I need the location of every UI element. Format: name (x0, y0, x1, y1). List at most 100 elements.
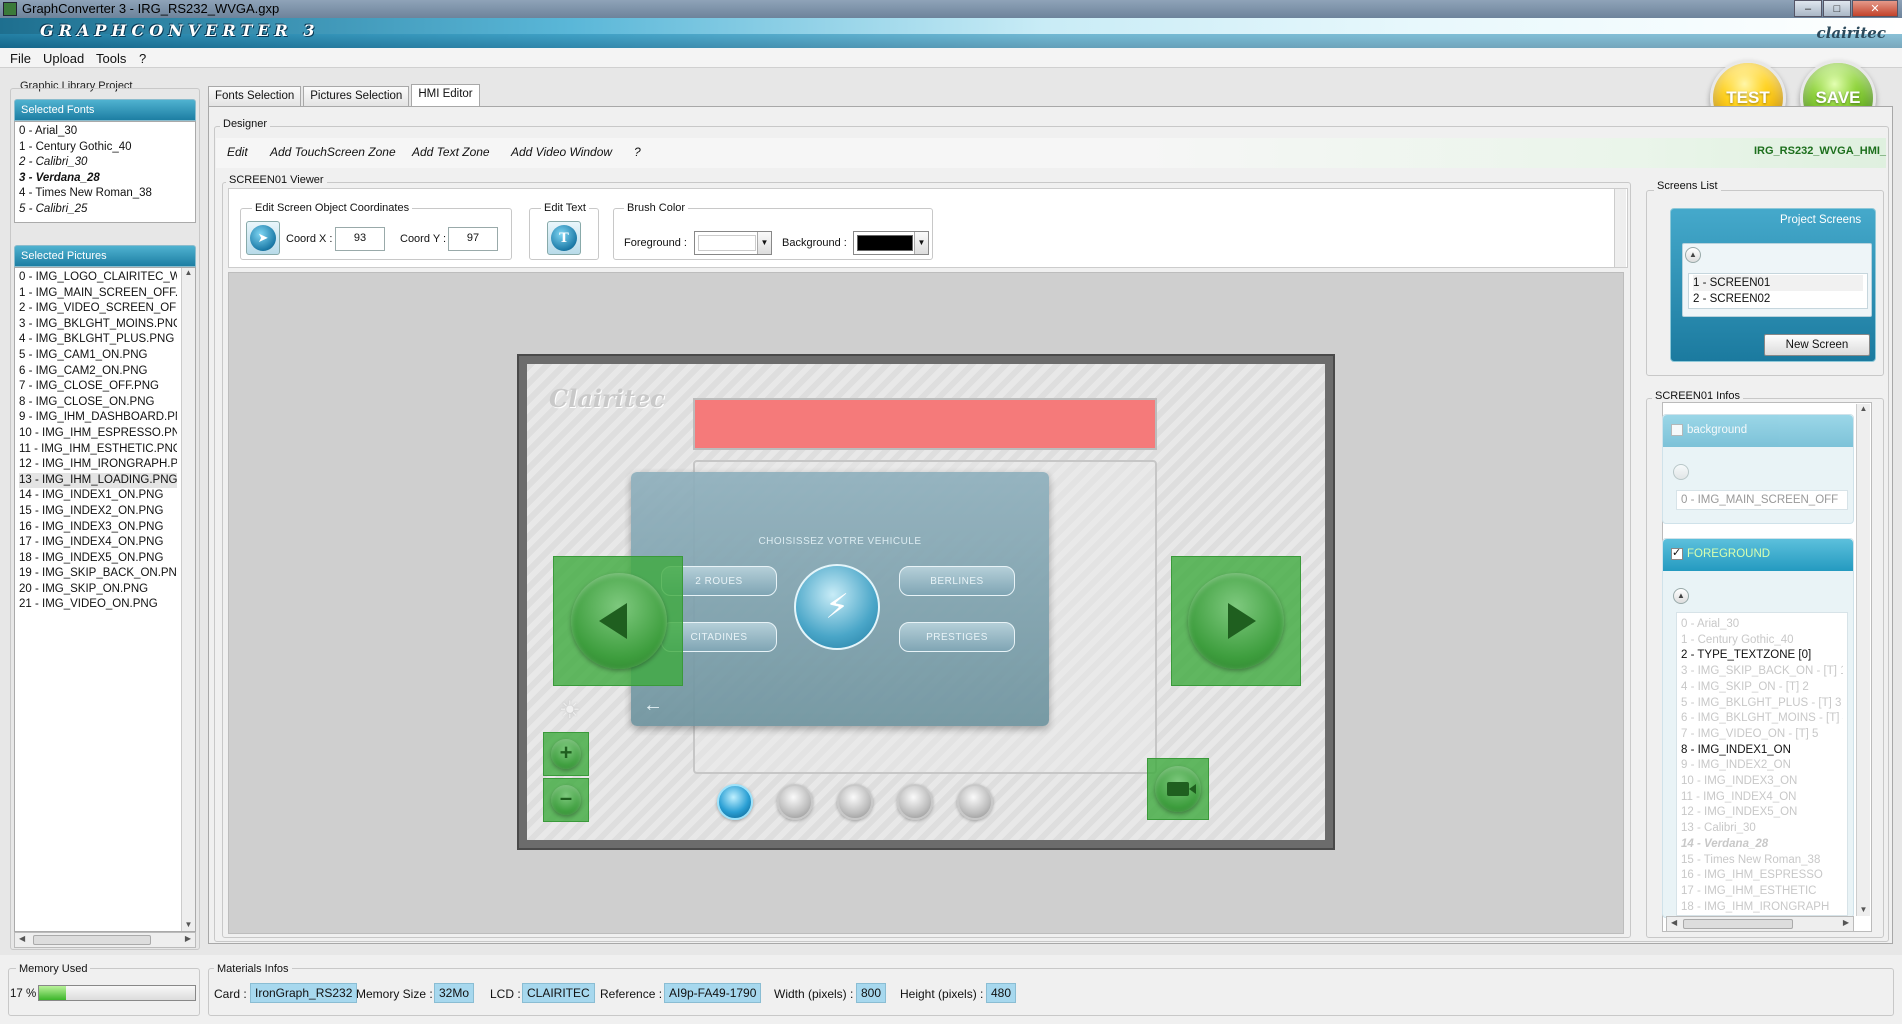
scroll-up-icon[interactable]: ▲ (182, 268, 195, 277)
foreground-layer-item[interactable]: 5 - IMG_BKLGHT_PLUS - [T] 3 (1681, 696, 1843, 712)
picture-list-item[interactable]: 13 - IMG_IHM_LOADING.PNG (19, 472, 177, 489)
foreground-layer-item[interactable]: 17 - IMG_IHM_ESTHETIC (1681, 884, 1843, 900)
toolbar-edit[interactable]: Edit (227, 145, 248, 159)
picture-list-item[interactable]: 11 - IMG_IHM_ESTHETIC.PNG (19, 442, 177, 458)
picture-list-item[interactable]: 16 - IMG_INDEX3_ON.PNG (19, 520, 177, 536)
font-list-item[interactable]: 1 - Century Gothic_40 (19, 140, 191, 156)
background-layer-item[interactable]: 0 - IMG_MAIN_SCREEN_OFF (1676, 490, 1848, 510)
font-list-item[interactable]: 3 - Verdana_28 (19, 171, 191, 187)
background-color-select[interactable]: ▼ (853, 231, 929, 255)
menu-help[interactable]: ? (139, 51, 146, 66)
font-list-item[interactable]: 0 - Arial_30 (19, 124, 191, 140)
close-icon[interactable]: ✕ (1852, 0, 1898, 17)
scroll-left-icon[interactable]: ◀ (19, 934, 25, 943)
picture-list-item[interactable]: 8 - IMG_CLOSE_ON.PNG (19, 395, 177, 411)
tab-pictures-selection[interactable]: Pictures Selection (303, 86, 410, 106)
foreground-layer-item[interactable]: 8 - IMG_INDEX1_ON (1681, 743, 1843, 759)
foreground-layer-item[interactable]: 15 - Times New Roman_38 (1681, 853, 1843, 869)
scroll-down-icon[interactable]: ▼ (1857, 905, 1870, 914)
screen-list-item[interactable]: 2 - SCREEN02 (1693, 291, 1863, 307)
font-list-item[interactable]: 5 - Calibri_25 (19, 202, 191, 218)
picture-list-item[interactable]: 12 - IMG_IHM_IRONGRAPH.PN (19, 457, 177, 473)
picture-list-item[interactable]: 20 - IMG_SKIP_ON.PNG (19, 582, 177, 598)
pictures-hscrollbar[interactable]: ◀ ▶ (14, 932, 196, 948)
picture-list-item[interactable]: 15 - IMG_INDEX2_ON.PNG (19, 504, 177, 520)
video-button[interactable] (1155, 766, 1201, 812)
picture-list-item[interactable]: 18 - IMG_INDEX5_ON.PNG (19, 551, 177, 567)
picture-list-item[interactable]: 7 - IMG_CLOSE_OFF.PNG (19, 379, 177, 395)
picture-list-item[interactable]: 3 - IMG_BKLGHT_MOINS.PNG (19, 317, 177, 333)
foreground-layer-item[interactable]: 10 - IMG_INDEX3_ON (1681, 774, 1843, 790)
infos-hscrollbar[interactable]: ◀ ▶ (1666, 916, 1854, 932)
background-checkbox[interactable] (1671, 424, 1683, 436)
chevron-down-icon[interactable]: ▼ (757, 232, 771, 254)
scroll-right-icon[interactable]: ▶ (1843, 918, 1849, 927)
foreground-layer-item[interactable]: 12 - IMG_INDEX5_ON (1681, 805, 1843, 821)
selected-fonts-list[interactable]: 0 - Arial_30 1 - Century Gothic_40 2 - Cal… (14, 121, 196, 223)
toolbar-help[interactable]: ? (634, 145, 641, 159)
scroll-up-icon[interactable]: ▲ (1673, 588, 1689, 604)
picture-list-item[interactable]: 17 - IMG_INDEX4_ON.PNG (19, 535, 177, 551)
foreground-checkbox[interactable] (1671, 546, 1683, 560)
foreground-layer-item[interactable]: 14 - Verdana_28 (1681, 837, 1843, 853)
backlight-minus-button[interactable]: – (543, 778, 589, 822)
foreground-color-select[interactable]: ▼ (694, 231, 772, 255)
page-dot[interactable] (897, 784, 933, 820)
toolbar-add-touchscreen-zone[interactable]: Add TouchScreen Zone (270, 145, 396, 159)
new-screen-button[interactable]: New Screen (1764, 334, 1870, 356)
picture-list-item[interactable]: 2 - IMG_VIDEO_SCREEN_OFF.JI (19, 301, 177, 317)
foreground-layer-item[interactable]: 0 - Arial_30 (1681, 617, 1843, 633)
tab-fonts-selection[interactable]: Fonts Selection (208, 86, 302, 106)
hscroll-thumb[interactable] (1683, 919, 1793, 929)
page-dot[interactable] (777, 784, 813, 820)
foreground-layer-item[interactable]: 9 - IMG_INDEX2_ON (1681, 758, 1843, 774)
screens-list[interactable]: 1 - SCREEN01 2 - SCREEN02 (1688, 273, 1868, 309)
page-dot[interactable] (837, 784, 873, 820)
page-dot[interactable] (717, 784, 753, 820)
foreground-layer-header[interactable]: FOREGROUND (1663, 539, 1853, 571)
foreground-layer-item[interactable]: 4 - IMG_SKIP_ON - [T] 2 (1681, 680, 1843, 696)
option-berlines[interactable]: BERLINES (899, 566, 1015, 596)
menu-upload[interactable]: Upload (43, 51, 84, 66)
scroll-up-icon[interactable]: ▲ (1685, 247, 1701, 263)
scroll-right-icon[interactable]: ▶ (185, 934, 191, 943)
viewer-tools-scrollbar[interactable] (1614, 189, 1626, 267)
tab-hmi-editor[interactable]: HMI Editor (411, 84, 480, 106)
coord-x-input[interactable]: 93 (335, 227, 385, 251)
picture-list-item[interactable]: 5 - IMG_CAM1_ON.PNG (19, 348, 177, 364)
hmi-text-zone[interactable] (693, 398, 1157, 450)
picture-list-item[interactable]: 0 - IMG_LOGO_CLAIRITEC_WV( (19, 270, 177, 286)
back-arrow-icon[interactable]: ← (643, 694, 663, 717)
foreground-layer-item[interactable]: 3 - IMG_SKIP_BACK_ON - [T] 1 (1681, 664, 1843, 680)
pick-coordinates-button[interactable]: ➤ (246, 221, 280, 255)
pictures-scrollbar[interactable]: ▲ ▼ (181, 268, 195, 931)
scroll-down-icon[interactable]: ▼ (182, 920, 195, 929)
foreground-layer-item[interactable]: 18 - IMG_IHM_IRONGRAPH (1681, 900, 1843, 915)
picture-list-item[interactable]: 21 - IMG_VIDEO_ON.PNG (19, 597, 177, 613)
selected-pictures-list[interactable]: 0 - IMG_LOGO_CLAIRITEC_WV(1 - IMG_MAIN_S… (14, 267, 196, 932)
minimize-icon[interactable]: – (1794, 0, 1822, 17)
toolbar-add-video-window[interactable]: Add Video Window (511, 145, 612, 159)
foreground-layer-item[interactable]: 6 - IMG_BKLGHT_MOINS - [T] 4 (1681, 711, 1843, 727)
scroll-left-icon[interactable]: ◀ (1671, 918, 1677, 927)
scroll-up-icon[interactable] (1673, 464, 1689, 480)
foreground-layer-item[interactable]: 2 - TYPE_TEXTZONE [0] (1681, 648, 1843, 664)
option-prestiges[interactable]: PRESTIGES (899, 622, 1015, 652)
foreground-layer-item[interactable]: 7 - IMG_VIDEO_ON - [T] 5 (1681, 727, 1843, 743)
foreground-layer-list[interactable]: 0 - Arial_30 1 - Century Gothic_40 2 - TYP… (1676, 612, 1848, 916)
picture-list-item[interactable]: 1 - IMG_MAIN_SCREEN_OFF.JP (19, 286, 177, 302)
prev-button[interactable] (571, 573, 667, 669)
picture-list-item[interactable]: 4 - IMG_BKLGHT_PLUS.PNG (19, 332, 177, 348)
infos-scrollbar[interactable]: ▲ ▼ (1856, 404, 1870, 916)
video-touch-zone[interactable] (1147, 758, 1209, 820)
screen-list-item[interactable]: 1 - SCREEN01 (1693, 275, 1863, 291)
foreground-layer-item[interactable]: 1 - Century Gothic_40 (1681, 633, 1843, 649)
page-dot[interactable] (957, 784, 993, 820)
foreground-layer-item[interactable]: 13 - Calibri_30 (1681, 821, 1843, 837)
picture-list-item[interactable]: 6 - IMG_CAM2_ON.PNG (19, 364, 177, 380)
picture-list-item[interactable]: 14 - IMG_INDEX1_ON.PNG (19, 488, 177, 504)
edit-text-button[interactable]: T (547, 221, 581, 255)
foreground-layer-item[interactable]: 16 - IMG_IHM_ESPRESSO (1681, 868, 1843, 884)
foreground-layer-item[interactable]: 11 - IMG_INDEX4_ON (1681, 790, 1843, 806)
backlight-plus-button[interactable]: + (543, 732, 589, 776)
